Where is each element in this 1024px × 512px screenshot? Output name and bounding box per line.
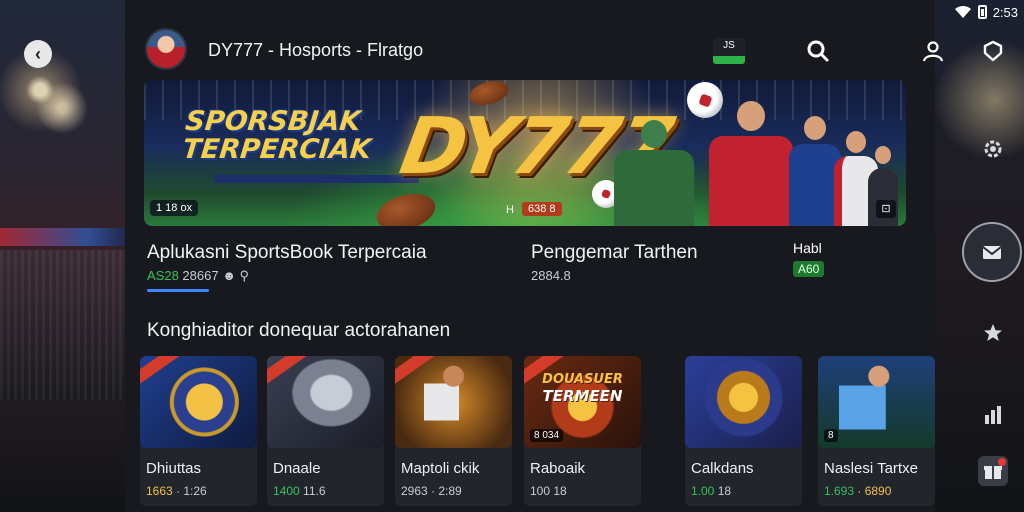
gear-icon <box>984 140 1002 158</box>
mail-icon <box>982 246 1002 259</box>
expand-icon: ⊡ <box>881 203 891 215</box>
status-bar: 2:53 <box>954 2 1018 22</box>
back-button[interactable]: ‹ <box>24 40 52 68</box>
location-pin-icon: ⚲ <box>239 268 250 283</box>
featured-meta-highlight: AS28 <box>147 268 179 283</box>
app-screen: 2:53 ‹ DY777 - Hosports - Flratgo JS SPO… <box>0 0 1024 512</box>
stadium-background-left <box>0 0 125 512</box>
notification-dot <box>998 458 1006 466</box>
game-name: Raboaik <box>530 460 586 477</box>
banner-chip-mid-icon: H <box>506 204 514 216</box>
emoji-icon: ☻ <box>222 268 240 283</box>
chevron-left-icon: ‹ <box>35 43 41 64</box>
banner-tag-strip <box>214 175 419 183</box>
promo-banner[interactable]: SPORSBJAK TERPERCIAK DY777 1 18 ox H 638… <box>144 80 906 226</box>
game-name: Calkdans <box>691 460 754 477</box>
player-figure <box>709 101 793 226</box>
game-stat: 2963 · 2:89 <box>401 484 462 498</box>
ribbon-badge <box>140 356 181 391</box>
battery-icon <box>977 5 987 19</box>
game-name: Maptoli ckik <box>401 460 480 477</box>
game-thumbnail <box>140 356 257 448</box>
banner-tagline-line1: SPORSBJAK <box>183 106 363 137</box>
game-card[interactable]: DOUASUER TERMEEN 8 034 Raboaik 100 18 <box>524 356 641 506</box>
game-thumbnail <box>685 356 802 448</box>
featured-title[interactable]: Aplukasni SportsBook Terpercaia <box>147 242 427 264</box>
ribbon-badge <box>267 356 308 391</box>
app-header: DY777 - Hosports - Flratgo <box>145 28 1024 76</box>
game-name: Dnaale <box>273 460 321 477</box>
mini-stat[interactable]: Habl A60 <box>793 240 837 284</box>
player-figure <box>614 116 694 226</box>
bar-chart-icon <box>985 406 1001 424</box>
settings-button[interactable] <box>978 134 1008 164</box>
rugby-ball-icon <box>372 187 440 226</box>
secondary-meta: 2884.8 <box>531 268 571 283</box>
star-icon <box>984 324 1002 341</box>
game-stat: 100 18 <box>530 484 567 498</box>
game-card[interactable]: Dhiuttas 1663 · 1:26 <box>140 356 257 506</box>
user-icon <box>922 41 944 62</box>
app-avatar[interactable] <box>145 28 187 70</box>
stadium-banner-band <box>0 228 125 246</box>
search-button[interactable] <box>805 38 831 64</box>
game-thumbnail: 8 <box>818 356 935 448</box>
mini-stat-value: A60 <box>793 261 825 277</box>
profile-button[interactable] <box>920 38 946 64</box>
search-icon <box>807 40 829 62</box>
active-tab-indicator <box>147 289 209 292</box>
game-thumbnail <box>267 356 384 448</box>
game-card[interactable]: 8 Naslesi Tartxe 1.693 · 6890 <box>818 356 935 506</box>
gifts-button[interactable] <box>978 456 1008 486</box>
favorites-button[interactable] <box>978 318 1008 348</box>
mail-button[interactable] <box>962 222 1022 282</box>
game-thumb-badge: 8 <box>824 429 838 442</box>
featured-meta: AS28 28667 ☻ ⚲ <box>147 268 249 284</box>
banner-tagline: SPORSBJAK TERPERCIAK <box>180 106 375 166</box>
game-card[interactable]: Calkdans 1.00 18 <box>685 356 802 506</box>
secondary-title[interactable]: Penggemar Tarthen <box>531 242 698 264</box>
banner-expand-button[interactable]: ⊡ <box>876 200 896 218</box>
wallet-badge[interactable]: JS <box>713 38 745 64</box>
section-heading: Konghiaditor donequar actorahanen <box>147 320 451 341</box>
status-time: 2:53 <box>992 4 1018 20</box>
game-stat: 1.693 · 6890 <box>824 484 892 498</box>
game-name: Naslesi Tartxe <box>824 460 918 477</box>
game-stat: 1663 · 1:26 <box>146 484 207 498</box>
stadium-crowd <box>0 250 125 400</box>
game-thumbnail <box>395 356 512 448</box>
game-card-list: Dhiuttas 1663 · 1:26 Dnaale 1400 11.6 Ma… <box>140 356 940 506</box>
banner-chip-left: 1 18 ox <box>150 200 199 216</box>
game-thumbnail: DOUASUER TERMEEN 8 034 <box>524 356 641 448</box>
app-title: DY777 - Hosports - Flratgo <box>208 40 424 60</box>
stats-button[interactable] <box>978 400 1008 430</box>
banner-tagline-line2: TERPERCIAK <box>180 134 373 166</box>
game-art-title: DOUASUER TERMEEN <box>542 372 623 405</box>
wifi-icon <box>954 5 971 18</box>
headset-icon <box>983 40 1003 62</box>
support-button[interactable] <box>980 38 1006 64</box>
game-stat: 1400 11.6 <box>273 484 326 498</box>
mini-stat-label: Habl <box>793 240 822 256</box>
game-card[interactable]: Dnaale 1400 11.6 <box>267 356 384 506</box>
game-thumb-badge: 8 034 <box>530 429 564 442</box>
ribbon-badge <box>395 356 436 391</box>
game-name: Dhiuttas <box>146 460 202 477</box>
featured-meta-value: 28667 <box>178 268 219 283</box>
game-stat: 1.00 18 <box>691 484 732 498</box>
game-card[interactable]: Maptoli ckik 2963 · 2:89 <box>395 356 512 506</box>
banner-chip-mid: 638 8 <box>522 202 562 216</box>
